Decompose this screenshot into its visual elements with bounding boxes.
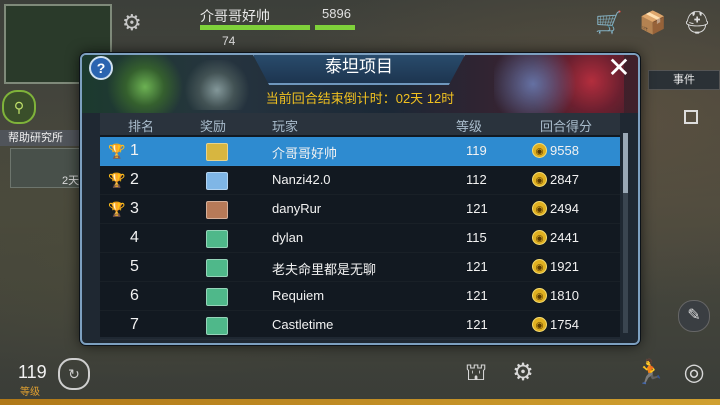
row-level: 121 bbox=[466, 259, 488, 274]
reward-crate-icon[interactable] bbox=[206, 259, 228, 277]
turret-icon[interactable]: ⛫ bbox=[458, 355, 494, 391]
col-rank: 排名 bbox=[128, 119, 155, 134]
reward-crate-icon[interactable] bbox=[206, 230, 228, 248]
run-icon[interactable]: 🏃 bbox=[632, 355, 668, 391]
row-player: dylan bbox=[272, 230, 304, 245]
trophy-icon: 🏆 bbox=[108, 201, 126, 217]
research-time: 2天 bbox=[62, 175, 80, 187]
coin-icon: ◉ bbox=[532, 201, 547, 216]
row-player: 介哥哥好帅 bbox=[272, 146, 338, 161]
helmet-icon[interactable]: ⛑ bbox=[680, 6, 714, 40]
hud-power-bar bbox=[315, 25, 355, 30]
row-level: 121 bbox=[466, 201, 488, 216]
row-player: 老夫命里都是无聊 bbox=[272, 262, 377, 277]
table-row[interactable]: 6 Requiem 121 ◉ 1810 bbox=[100, 282, 620, 311]
table-header: 排名 奖励 玩家 等级 回合得分 bbox=[100, 113, 620, 135]
col-reward: 奖励 bbox=[200, 119, 227, 134]
row-score: 1810 bbox=[550, 288, 579, 303]
row-rank: 7 bbox=[130, 316, 139, 333]
coin-icon: ◉ bbox=[532, 172, 547, 187]
titan-project-modal: ? 泰坦项目 当前回合结束倒计时：02天 12时 ✕ 排名 奖励 玩家 等级 回… bbox=[80, 53, 640, 345]
row-score: 1754 bbox=[550, 317, 579, 332]
row-rank: 3 bbox=[130, 200, 139, 217]
reward-crate-icon[interactable] bbox=[206, 317, 228, 335]
reward-crate-icon[interactable] bbox=[206, 201, 228, 219]
row-rank: 6 bbox=[130, 287, 139, 304]
close-button[interactable]: ✕ bbox=[604, 55, 634, 83]
row-player: Nanzi42.0 bbox=[272, 172, 331, 187]
checkbox[interactable] bbox=[684, 110, 698, 124]
col-score: 回合得分 bbox=[540, 119, 593, 134]
replay-icon[interactable]: ↻ bbox=[58, 358, 90, 390]
hud-health-bar bbox=[200, 25, 310, 30]
row-level: 119 bbox=[466, 143, 487, 158]
row-rank: 4 bbox=[130, 229, 139, 246]
hud-player-name: 介哥哥好帅 bbox=[200, 8, 270, 24]
round-countdown: 当前回合结束倒计时：02天 12时 bbox=[265, 91, 455, 106]
row-player: Requiem bbox=[272, 288, 325, 303]
trophy-icon: 🏆 bbox=[108, 143, 126, 159]
trophy-icon: 🏆 bbox=[108, 172, 126, 188]
row-score: 9558 bbox=[550, 143, 579, 158]
coin-icon: ◉ bbox=[532, 230, 547, 245]
table-row[interactable]: 4 dylan 115 ◉ 2441 bbox=[100, 224, 620, 253]
row-score: 2847 bbox=[550, 172, 579, 187]
table-row[interactable]: 5 老夫命里都是无聊 121 ◉ 1921 bbox=[100, 253, 620, 282]
row-rank: 1 bbox=[130, 142, 139, 159]
gear-icon[interactable]: ⚙ bbox=[122, 10, 142, 36]
row-level: 121 bbox=[466, 317, 488, 332]
player-level: 119 bbox=[18, 362, 47, 382]
row-score: 2441 bbox=[550, 230, 579, 245]
row-score: 1921 bbox=[550, 259, 579, 274]
target-icon[interactable]: ◎ bbox=[676, 355, 712, 391]
robot-icon[interactable]: ⚙ bbox=[505, 355, 541, 391]
row-rank: 5 bbox=[130, 258, 139, 275]
cart-icon[interactable]: 🛒 bbox=[592, 6, 626, 40]
table-row[interactable]: 🏆 3 danyRur 121 ◉ 2494 bbox=[100, 195, 620, 224]
table-row[interactable]: 🏆 2 Nanzi42.0 112 ◉ 2847 bbox=[100, 166, 620, 195]
coin-icon: ◉ bbox=[532, 288, 547, 303]
event-tab[interactable]: 事件 bbox=[648, 70, 720, 90]
help-button[interactable]: ? bbox=[89, 56, 113, 80]
row-level: 112 bbox=[466, 172, 487, 187]
row-rank: 2 bbox=[130, 171, 139, 188]
tool-icon[interactable]: ✎ bbox=[678, 300, 710, 332]
hud-power-value: 5896 bbox=[322, 6, 351, 21]
scrollbar[interactable] bbox=[623, 133, 628, 333]
reward-crate-icon[interactable] bbox=[206, 143, 228, 161]
col-level: 等级 bbox=[456, 119, 483, 134]
research-tab[interactable]: 帮助研究所 bbox=[0, 130, 82, 146]
row-player: Castletime bbox=[272, 317, 334, 332]
player-level-label: 等级 bbox=[20, 387, 40, 398]
reward-crate-icon[interactable] bbox=[206, 288, 228, 306]
coin-icon: ◉ bbox=[532, 317, 547, 332]
row-level: 115 bbox=[466, 230, 487, 245]
bottom-progress-strip bbox=[0, 399, 720, 405]
leaderboard-table: 排名 奖励 玩家 等级 回合得分 🏆 1 介哥哥好帅 119 ◉ 9558 🏆 2 Nanzi4… bbox=[100, 113, 620, 337]
hud-sub-value: 74 bbox=[222, 34, 236, 48]
coin-icon: ◉ bbox=[532, 143, 547, 158]
coin-icon: ◉ bbox=[532, 259, 547, 274]
table-row[interactable]: 7 Castletime 121 ◉ 1754 bbox=[100, 311, 620, 340]
row-level: 121 bbox=[466, 288, 488, 303]
top-right-icons: 🛒 📦 ⛑ bbox=[592, 6, 714, 40]
modal-title: 泰坦项目 bbox=[252, 55, 466, 85]
bike-icon[interactable]: ⚲ bbox=[2, 90, 36, 124]
row-player: danyRur bbox=[272, 201, 322, 216]
col-player: 玩家 bbox=[272, 119, 299, 134]
row-score: 2494 bbox=[550, 201, 579, 216]
box-icon[interactable]: 📦 bbox=[636, 6, 670, 40]
scrollbar-thumb[interactable] bbox=[623, 133, 628, 193]
table-row[interactable]: 🏆 1 介哥哥好帅 119 ◉ 9558 bbox=[100, 137, 620, 166]
reward-crate-icon[interactable] bbox=[206, 172, 228, 190]
